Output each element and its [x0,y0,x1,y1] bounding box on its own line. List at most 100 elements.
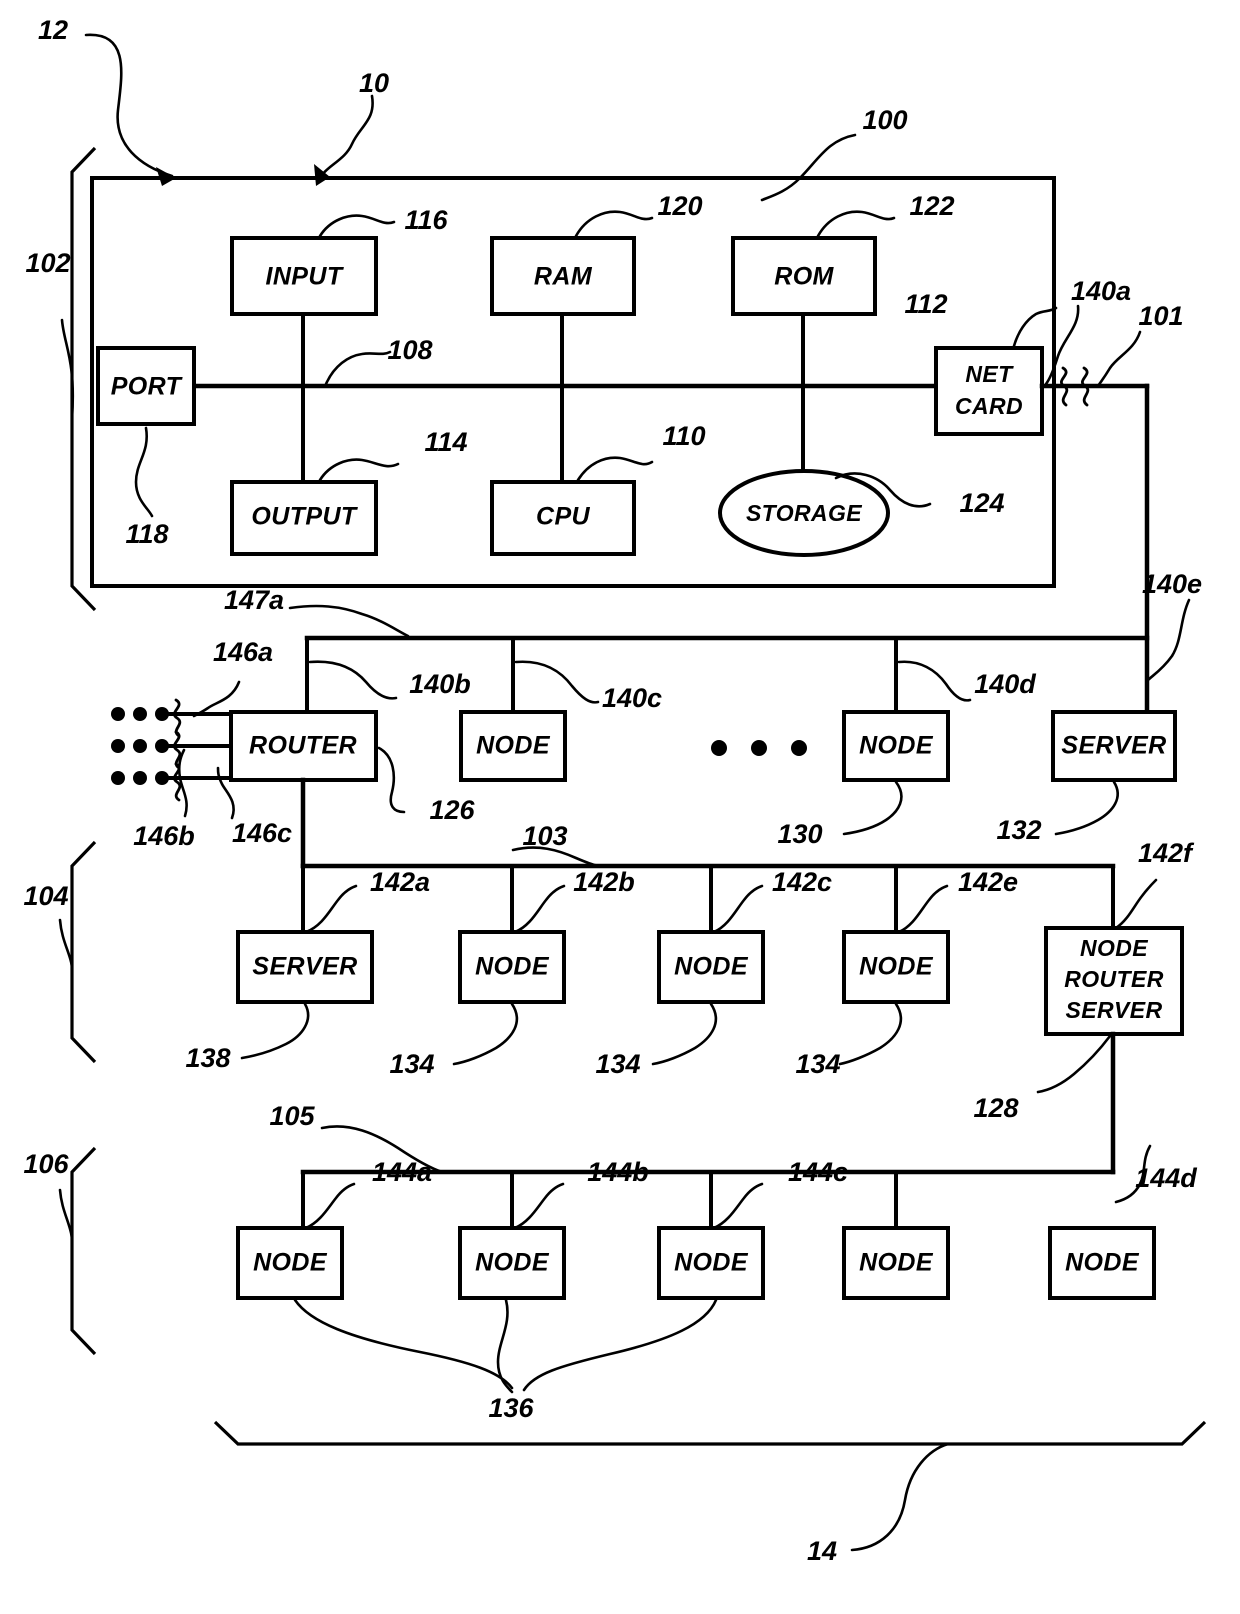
ref-114: 114 [424,427,467,457]
ref-120: 120 [657,191,702,221]
ref-100: 100 [862,105,907,135]
block-node-tier3-d-label: NODE [859,1249,934,1277]
leader-128 [1036,1034,1112,1094]
leader-140b [308,660,398,700]
block-node-tier2-c: NODE [842,930,950,1004]
router-input-ellipsis-dots [111,707,169,785]
ref-128: 128 [973,1093,1018,1123]
ref-140b: 140b [409,669,471,699]
ref-118: 118 [125,519,168,549]
ref-116: 116 [404,205,448,235]
leader-100 [760,133,857,202]
ref-122: 122 [909,191,954,221]
ref-142c: 142c [772,867,832,897]
ref-142e: 142e [958,867,1018,897]
block-node-tier3-e-label: NODE [1065,1249,1140,1277]
leader-144c [712,1182,764,1230]
leader-118 [134,426,154,518]
ref-124: 124 [959,488,1004,518]
ref-140c: 140c [602,683,662,713]
block-node-tier1-a-label: NODE [476,732,551,760]
ref-144d: 144d [1135,1163,1197,1193]
block-rom: ROM [731,236,877,316]
leader-138 [240,1002,310,1060]
bracket-104 [70,840,97,1064]
ref-144c: 144c [788,1157,848,1187]
ref-12: 12 [38,15,68,45]
block-ram: RAM [490,236,636,316]
leader-134b [651,1002,718,1066]
ref-106: 106 [23,1149,69,1179]
block-node-tier2-a: NODE [458,930,566,1004]
block-node-tier2-b: NODE [657,930,765,1004]
block-nrs-label-1: NODE [1080,935,1148,961]
bracket-14 [213,1420,1207,1446]
block-net-card-label-2: CARD [955,393,1023,419]
block-output: OUTPUT [230,480,378,556]
leader-114 [318,458,400,482]
leader-101 [1096,330,1142,388]
leader-130 [842,780,903,836]
leader-134a [452,1002,519,1066]
block-input-label: INPUT [266,263,345,291]
ref-10: 10 [359,68,389,98]
block-port: PORT [96,346,196,426]
block-router: ROUTER [229,710,378,782]
leader-122 [816,210,896,238]
leader-140c [514,660,600,704]
block-node-tier3-c: NODE [657,1226,765,1300]
leader-144a [304,1182,356,1230]
ref-104: 104 [23,881,68,911]
leader-10 [314,94,374,186]
ref-134a: 134 [389,1049,434,1079]
leader-14 [850,1442,950,1552]
ref-144b: 144b [587,1157,649,1187]
block-node-tier2-a-label: NODE [475,953,550,981]
ref-105: 105 [269,1101,315,1131]
ref-112: 112 [904,289,947,319]
leader-110 [576,456,654,482]
leader-140d [897,660,972,702]
ref-126: 126 [429,795,475,825]
ref-110: 110 [662,421,705,451]
ref-146b: 146b [133,821,195,851]
block-server-tier2: SERVER [236,930,374,1004]
block-node-tier3-e: NODE [1048,1226,1156,1300]
block-node-tier3-b: NODE [458,1226,566,1300]
block-router-label: ROUTER [249,732,357,760]
leader-120 [574,210,654,238]
leader-147a [288,604,410,638]
leader-116 [318,214,396,238]
leader-142a [304,884,358,934]
leader-104 [58,918,74,977]
ref-136: 136 [488,1393,534,1423]
block-node-tier3-a-label: NODE [253,1249,328,1277]
ref-134c: 134 [795,1049,840,1079]
block-node-tier1-b-label: NODE [859,732,934,760]
leader-140e [1146,598,1191,682]
ref-140e: 140e [1142,569,1202,599]
block-server-tier1: SERVER [1051,710,1177,782]
leader-142f [1114,878,1158,930]
ref-147a: 147a [224,585,284,615]
ref-101: 101 [1138,301,1183,331]
block-output-label: OUTPUT [251,503,358,531]
ref-132: 132 [996,815,1041,845]
ref-140a: 140a [1071,276,1131,306]
block-storage-label: STORAGE [746,500,862,526]
block-input: INPUT [230,236,378,316]
block-ram-label: RAM [534,263,593,291]
block-node-tier2-c-label: NODE [859,953,934,981]
ref-142f: 142f [1138,838,1195,868]
leader-144b [513,1182,565,1230]
block-server-tier1-label: SERVER [1061,732,1166,760]
block-node-tier3-c-label: NODE [674,1249,749,1277]
bracket-106 [70,1146,97,1356]
ref-142a: 142a [370,867,430,897]
patent-figure-page: PORT 118 INPUT 116 OUTPUT 114 108 RAM 12… [0,0,1240,1614]
block-net-card-label-1: NET [965,361,1014,387]
block-net-card: NET CARD [934,346,1044,436]
leader-132 [1054,780,1119,836]
block-node-tier1-a: NODE [459,710,567,782]
ref-130: 130 [777,819,822,849]
